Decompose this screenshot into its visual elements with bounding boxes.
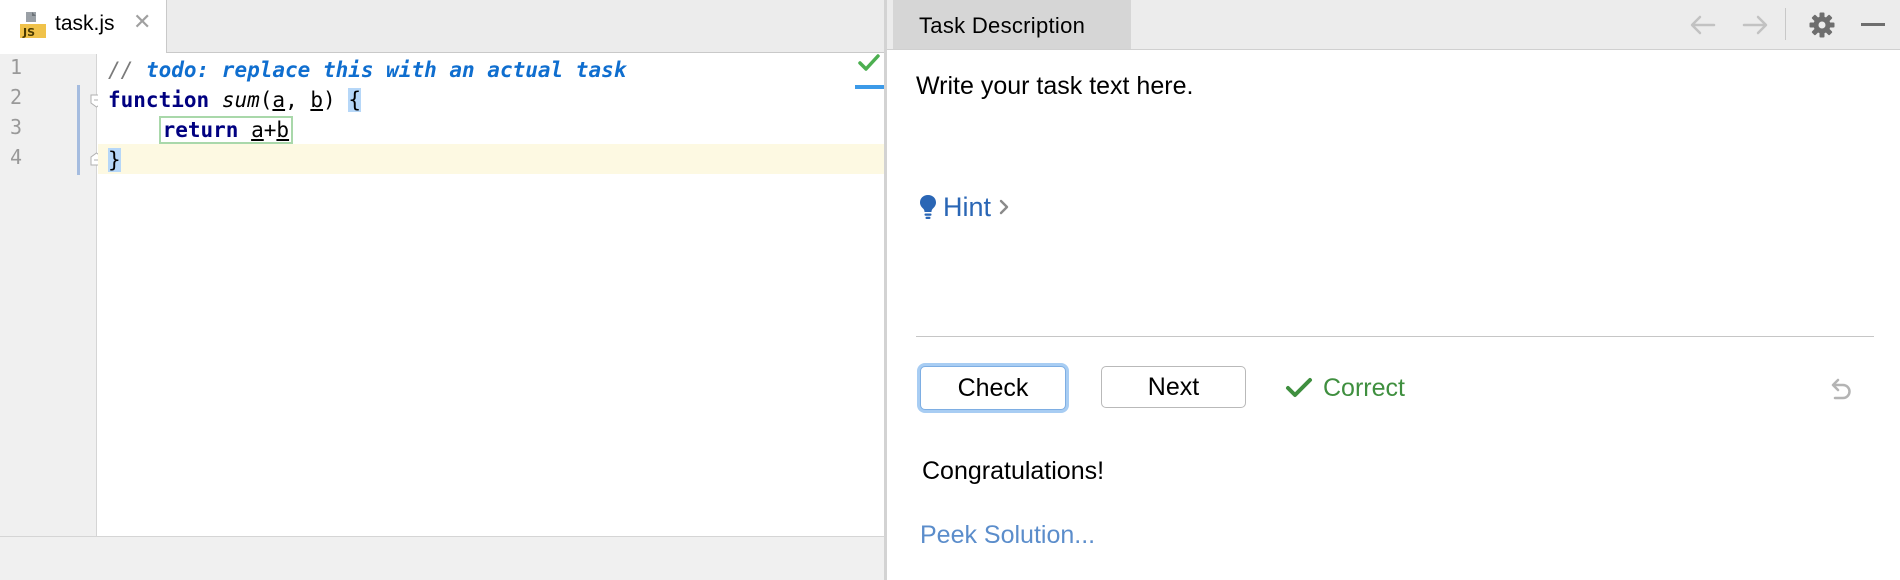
task-description-tab[interactable]: Task Description [893, 0, 1131, 49]
code-line-4: } [108, 145, 121, 175]
line-number: 4 [10, 145, 23, 169]
arrow-right-icon[interactable] [1738, 9, 1772, 41]
peek-solution-link[interactable]: Peek Solution... [920, 521, 1095, 550]
check-icon [1286, 378, 1312, 397]
param-a: a [272, 88, 286, 112]
section-divider [916, 336, 1874, 337]
paren: ( [259, 88, 273, 112]
open-brace: { [348, 88, 361, 112]
task-panel-title: Task Description [919, 13, 1086, 38]
hint-label: Hint [943, 191, 992, 222]
code-editor[interactable]: // todo: replace this with an actual tas… [98, 54, 884, 536]
check-icon[interactable] [857, 52, 881, 74]
param-b: b [310, 88, 324, 112]
undo-icon[interactable] [1822, 372, 1856, 406]
operator-plus: + [263, 118, 277, 142]
gear-icon[interactable] [1805, 9, 1839, 41]
close-icon[interactable]: ✕ [133, 11, 151, 33]
editor-bottom-bar [0, 536, 884, 580]
line-number: 2 [10, 85, 23, 109]
task-panel-header: Task Description [887, 0, 1900, 50]
task-description-panel: Task Description Write your task text he… [887, 0, 1900, 580]
check-button[interactable]: Check [920, 366, 1066, 410]
editor-tab-strip: JS task.js ✕ [0, 0, 884, 54]
javascript-file-icon: JS [20, 12, 46, 39]
arrow-left-icon[interactable] [1686, 9, 1720, 41]
svg-text:JS: JS [22, 26, 35, 39]
line-number: 1 [10, 55, 23, 79]
vcs-change-marker[interactable] [77, 85, 80, 175]
keyword-function: function [108, 88, 210, 112]
next-button[interactable]: Next [1101, 366, 1246, 408]
hint-link[interactable]: Hint [919, 190, 1009, 224]
expr-b: b [276, 118, 290, 142]
code-line-2: function sum(a, b) { [108, 85, 361, 115]
line-number-gutter: 1 2 3 4 [0, 54, 103, 536]
comment-prefix: // [108, 58, 146, 82]
minimize-icon[interactable] [1856, 9, 1890, 41]
paren: ) [323, 88, 349, 112]
current-line-highlight [98, 144, 884, 174]
expr-a: a [251, 118, 264, 142]
header-separator [1785, 8, 1786, 40]
code-line-1: // todo: replace this with an actual tas… [108, 55, 626, 85]
code-line-3: return a+b [108, 115, 294, 145]
feedback-message: Congratulations! [922, 457, 1105, 485]
file-tab[interactable]: JS task.js ✕ [0, 0, 167, 54]
keyword-return: return [162, 118, 239, 142]
line-number: 3 [10, 115, 23, 139]
chevron-right-icon [999, 199, 1009, 215]
result-label: Correct [1323, 373, 1405, 402]
lightbulb-icon [920, 195, 936, 219]
comma: , [285, 88, 311, 112]
close-brace: } [108, 148, 121, 172]
file-tab-label: task.js [55, 12, 115, 35]
task-text: Write your task text here. [916, 72, 1194, 100]
answer-placeholder[interactable]: return a+b [158, 116, 294, 144]
error-stripe-marker[interactable] [855, 85, 884, 89]
editor-pane: JS task.js ✕ 1 2 3 4 // todo: replace th… [0, 0, 884, 580]
check-result: Correct [1285, 372, 1405, 404]
function-name: sum [221, 88, 260, 112]
todo-comment: todo: replace this with an actual task [145, 58, 627, 82]
